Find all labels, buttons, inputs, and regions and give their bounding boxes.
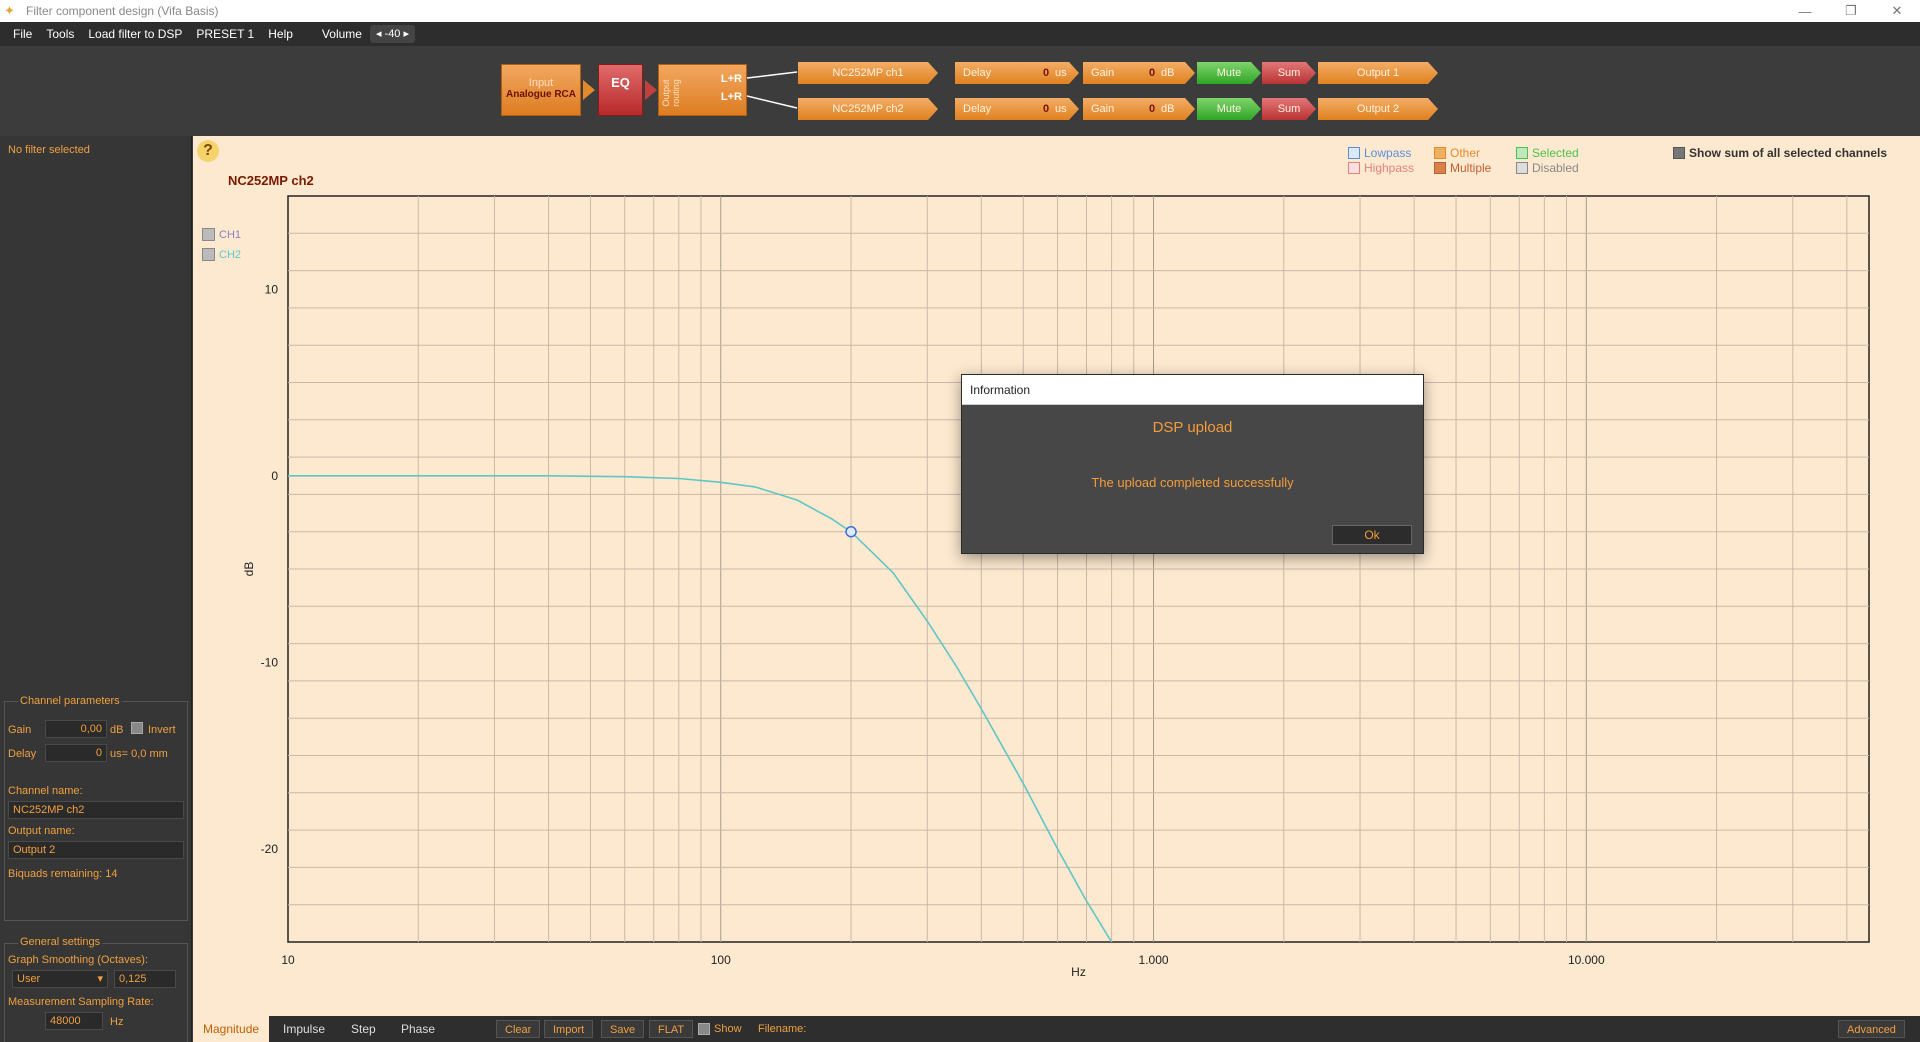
advanced-button[interactable]: Advanced [1838, 1020, 1905, 1038]
biquads-remaining: Biquads remaining: 14 [8, 868, 118, 880]
invert-checkbox[interactable] [131, 722, 143, 734]
channel-2-delay[interactable]: Delay 0 us [955, 98, 1079, 120]
filter-marker [845, 525, 857, 538]
general-settings-title: General settings [18, 936, 103, 948]
x-tick-label: 100 [711, 953, 731, 967]
channel-1-gain[interactable]: Gain 0 dB [1083, 62, 1195, 84]
show-checkbox[interactable] [698, 1023, 710, 1035]
y-axis-label: dB [242, 562, 256, 577]
volume-control[interactable]: ◂ -40 ▸ [369, 25, 416, 43]
x-tick-label: 10 [281, 953, 295, 967]
import-button[interactable]: Import [544, 1020, 594, 1038]
channel-1-output[interactable]: Output 1 [1318, 62, 1438, 84]
channel-2-mute[interactable]: Mute [1197, 98, 1261, 120]
x-tick-label: 1.000 [1139, 953, 1169, 967]
y-tick-label: 10 [265, 282, 279, 296]
filename-label: Filename: [758, 1023, 807, 1035]
dialog-title: Information [962, 375, 1423, 405]
y-tick-label: 0 [271, 469, 278, 483]
left-panel: No filter selected Channel parameters Ga… [0, 136, 192, 1042]
app-icon: ✦ [4, 3, 15, 18]
input-arrow-icon [583, 80, 595, 100]
window-title: Filter component design (Vifa Basis) [26, 4, 219, 18]
channel-1-delay[interactable]: Delay 0 us [955, 62, 1079, 84]
title-bar: ✦ Filter component design (Vifa Basis) —… [0, 0, 1920, 22]
y-tick-label: -20 [261, 842, 279, 856]
show-label: Show [714, 1023, 742, 1035]
restore-button[interactable]: ❐ [1828, 0, 1874, 22]
x-axis-label: Hz [1071, 965, 1086, 979]
delay-label: Delay [8, 748, 37, 760]
smoothing-label: Graph Smoothing (Octaves): [8, 954, 149, 966]
clear-button[interactable]: Clear [496, 1020, 541, 1038]
bottom-bar: Magnitude Impulse Step Phase Clear Impor… [193, 1016, 1920, 1042]
minimize-button[interactable]: — [1782, 0, 1828, 22]
smoothing-value-input[interactable]: 0,125 [114, 970, 176, 988]
tab-step[interactable]: Step [341, 1016, 386, 1042]
signal-chain: Input Analogue RCA EQ Output routing L+R… [0, 46, 1920, 136]
routing-lines [747, 71, 798, 109]
delay-input[interactable]: 0 [45, 744, 107, 762]
channel-name-label: Channel name: [8, 785, 83, 797]
channel-1-name: NC252MP ch1 [832, 67, 904, 79]
gain-label: Gain [8, 724, 32, 736]
channel-1-block[interactable]: NC252MP ch1 [798, 62, 938, 84]
output-name-input[interactable]: Output 2 [8, 841, 184, 859]
gain-unit: dB [110, 724, 124, 736]
menu-load-filter[interactable]: Load filter to DSP [81, 22, 189, 46]
volume-label: Volume [321, 27, 362, 41]
chevron-down-icon: ▾ [97, 973, 103, 985]
channel-name-input[interactable]: NC252MP ch2 [8, 801, 184, 819]
channel-2-gain[interactable]: Gain 0 dB [1083, 98, 1195, 120]
routing-label: Output routing [661, 79, 681, 107]
close-button[interactable]: ✕ [1874, 0, 1920, 22]
routing-lr-1: L+R [720, 73, 742, 85]
channel-2-sum[interactable]: Sum [1262, 98, 1316, 120]
channel-1-sum[interactable]: Sum [1262, 62, 1316, 84]
eq-label: EQ [611, 75, 630, 90]
menu-bar: File Tools Load filter to DSP PRESET 1 H… [0, 22, 1920, 46]
channel-2-name: NC252MP ch2 [832, 103, 904, 115]
menu-tools[interactable]: Tools [39, 22, 81, 46]
delay-unit: us= 0,0 mm [110, 748, 168, 760]
x-tick-label: 10.000 [1568, 953, 1605, 967]
tab-impulse[interactable]: Impulse [273, 1016, 335, 1042]
invert-label: Invert [148, 724, 176, 736]
smoothing-mode-select[interactable]: User ▾ [12, 970, 108, 988]
gain-input[interactable]: 0,00 [45, 720, 107, 738]
dialog-heading: DSP upload [1152, 419, 1233, 436]
eq-arrow-icon [645, 80, 657, 100]
routing-lr-2: L+R [720, 91, 742, 103]
menu-file[interactable]: File [6, 22, 39, 46]
ok-button[interactable]: Ok [1332, 525, 1412, 545]
sampling-unit: Hz [110, 1016, 124, 1028]
input-source: Analogue RCA [506, 89, 576, 100]
eq-block[interactable]: EQ [598, 64, 643, 116]
flat-button[interactable]: FLAT [649, 1020, 694, 1038]
sampling-rate-input[interactable]: 48000 [45, 1012, 103, 1030]
output-name-label: Output name: [8, 825, 75, 837]
save-button[interactable]: Save [601, 1020, 645, 1038]
channel-1-mute[interactable]: Mute [1197, 62, 1261, 84]
tab-magnitude[interactable]: Magnitude [193, 1016, 270, 1042]
input-label: Input [528, 77, 554, 89]
menu-preset[interactable]: PRESET 1 [189, 22, 261, 46]
no-filter-text: No filter selected [8, 144, 90, 156]
sampling-label: Measurement Sampling Rate: [8, 996, 154, 1008]
chart-area: ? NC252MP ch2 CH1 CH2 Lowpass Highpass Oth… [193, 136, 1920, 1016]
y-tick-label: -10 [261, 655, 279, 669]
magnitude-chart[interactable]: 10 100 1.000 10.000100-10-20HzdB [193, 136, 1920, 1006]
dialog-message: The upload completed successfully [1091, 475, 1294, 490]
channel-2-output[interactable]: Output 2 [1318, 98, 1438, 120]
routing-block[interactable]: Output routing L+R L+R [658, 64, 747, 116]
tab-phase[interactable]: Phase [391, 1016, 445, 1042]
information-dialog: Information DSP upload The upload comple… [961, 374, 1424, 554]
input-block[interactable]: Input Analogue RCA [501, 64, 581, 116]
menu-help[interactable]: Help [261, 22, 300, 46]
channel-2-block[interactable]: NC252MP ch2 [798, 98, 938, 120]
channel-parameters-title: Channel parameters [18, 695, 122, 707]
